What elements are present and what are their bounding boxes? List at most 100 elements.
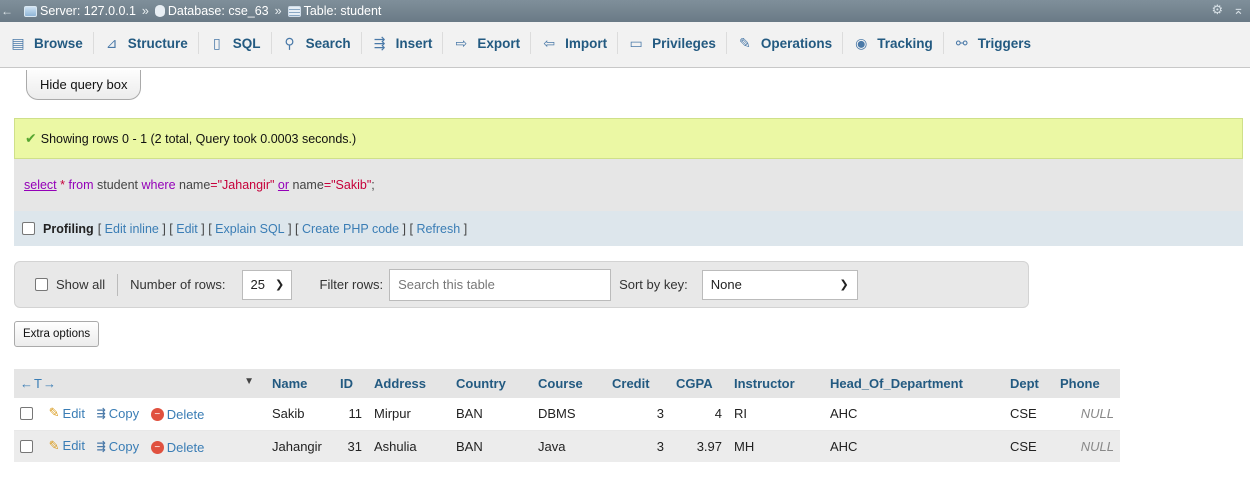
tab-tracking[interactable]: ◉ Tracking [843, 32, 944, 54]
tab-label: Triggers [977, 35, 1031, 51]
sort-select[interactable]: None ❯ [701, 269, 858, 300]
edit-label: Edit [62, 438, 85, 454]
breadcrumb-database-label[interactable]: Database: cse_63 [168, 4, 269, 18]
cell-id[interactable]: 11 [334, 398, 368, 431]
copy-row-button[interactable]: ⇶ Copy [97, 439, 140, 454]
collapse-icon[interactable]: ⌅ [1233, 2, 1244, 18]
sql-string: "Jahangir" [217, 178, 275, 192]
cell-id[interactable]: 31 [334, 430, 368, 462]
column-header[interactable]: Phone [1054, 369, 1120, 398]
cell-dept[interactable]: CSE [1004, 398, 1054, 431]
breadcrumb-table-label[interactable]: Table: student [304, 4, 382, 18]
sql-or-keyword[interactable]: or [278, 178, 289, 192]
row-checkbox[interactable] [20, 439, 33, 453]
hide-query-box-button[interactable]: Hide query box [26, 70, 142, 100]
explain-sql-link[interactable]: Explain SQL [215, 222, 284, 236]
show-all-toggle[interactable]: Show all [15, 273, 119, 296]
cell-name[interactable]: Jahangir [266, 430, 334, 462]
tab-structure[interactable]: ⊿ Structure [94, 32, 199, 54]
tab-search[interactable]: ⚲ Search [272, 32, 362, 54]
refresh-link[interactable]: Refresh [416, 222, 460, 236]
breadcrumb: Server: 127.0.0.1 » Database: cse_63 » T… [24, 4, 381, 18]
gear-icon[interactable]: ⚙ [1211, 2, 1223, 18]
tab-label: Insert [395, 35, 433, 51]
rows-select[interactable]: 25 ❯ [241, 269, 292, 300]
cell-head-of-department[interactable]: AHC [824, 398, 1004, 431]
row-actions: ✎ Edit ⇶ Copy − Delete [14, 398, 266, 431]
column-header[interactable]: Credit [606, 369, 670, 398]
sql-column: name [179, 178, 211, 192]
tab-label: Operations [760, 35, 833, 51]
cell-address[interactable]: Mirpur [368, 398, 450, 431]
tab-insert[interactable]: ⇶ Insert [362, 32, 444, 54]
delete-row-button[interactable]: − Delete [150, 407, 204, 422]
sql-icon: ▯ [212, 35, 221, 51]
success-message: ✔ Showing rows 0 - 1 (2 total, Query too… [14, 118, 1243, 159]
tab-import[interactable]: ⇦ Import [531, 32, 619, 54]
tab-sql[interactable]: ▯ SQL [199, 32, 272, 54]
sql-select-keyword[interactable]: select [24, 178, 57, 192]
filter-input[interactable]: Search this table [389, 268, 612, 301]
tab-operations[interactable]: ✎ Operations [727, 32, 844, 54]
breadcrumb-server[interactable]: Server: 127.0.0.1 [24, 4, 136, 18]
edit-label: Edit [62, 405, 85, 421]
table-row: ✎ Edit ⇶ Copy − Delete Sakib 11 Mirpur BAN … [14, 398, 1120, 431]
column-header[interactable]: Dept [1004, 369, 1054, 398]
cell-cgpa[interactable]: 4 [670, 398, 728, 431]
cell-head-of-department[interactable]: AHC [824, 430, 1004, 462]
table-header-row: ←T→ ▼ Name ID Address Country Course Cre… [14, 369, 1120, 398]
edit-row-button[interactable]: ✎ Edit [49, 405, 85, 421]
cell-course[interactable]: Java [532, 430, 606, 462]
profiling-checkbox[interactable] [22, 222, 35, 235]
sort-by-key: Sort by key: None ❯ [619, 269, 858, 300]
triggers-icon: ⚯ [955, 35, 968, 51]
table-icon [287, 5, 301, 17]
breadcrumb-bar: ← Server: 127.0.0.1 » Database: cse_63 »… [0, 0, 1250, 22]
column-header[interactable]: Head_Of_Department [824, 369, 1004, 398]
tab-export[interactable]: ⇨ Export [443, 32, 532, 54]
tab-triggers[interactable]: ⚯ Triggers [944, 32, 1041, 54]
sort-triangle-icon[interactable]: ▼ [244, 376, 254, 387]
copy-row-button[interactable]: ⇶ Copy [97, 406, 140, 421]
edit-link[interactable]: Edit [176, 222, 198, 236]
edit-row-button[interactable]: ✎ Edit [49, 438, 85, 454]
column-toggle-arrows[interactable]: ←T→ [20, 376, 57, 391]
column-header[interactable]: Instructor [728, 369, 824, 398]
cell-address[interactable]: Ashulia [368, 430, 450, 462]
breadcrumb-database[interactable]: Database: cse_63 [154, 4, 269, 18]
operations-icon: ✎ [739, 35, 751, 51]
cell-credit[interactable]: 3 [606, 398, 670, 431]
cell-cgpa[interactable]: 3.97 [670, 430, 728, 462]
column-header[interactable]: ID [334, 369, 368, 398]
delete-row-button[interactable]: − Delete [150, 440, 204, 455]
cell-country[interactable]: BAN [450, 430, 532, 462]
database-icon [154, 5, 165, 17]
tab-privileges[interactable]: ▭ Privileges [618, 32, 727, 54]
create-php-code-link[interactable]: Create PHP code [302, 222, 399, 236]
show-all-checkbox[interactable] [35, 278, 48, 291]
column-header[interactable]: Address [368, 369, 450, 398]
cell-instructor[interactable]: MH [728, 430, 824, 462]
cell-instructor[interactable]: RI [728, 398, 824, 431]
extra-options-button[interactable]: Extra options [14, 321, 100, 347]
column-header[interactable]: CGPA [670, 369, 728, 398]
edit-inline-link[interactable]: Edit inline [105, 222, 159, 236]
cell-country[interactable]: BAN [450, 398, 532, 431]
column-header[interactable]: Course [532, 369, 606, 398]
row-checkbox[interactable] [20, 407, 33, 421]
tab-browse[interactable]: ▤ Browse [0, 32, 94, 54]
back-arrow-icon[interactable]: ← [0, 4, 14, 18]
breadcrumb-table[interactable]: Table: student [287, 4, 382, 18]
cell-name[interactable]: Sakib [266, 398, 334, 431]
cell-phone[interactable]: NULL [1054, 398, 1120, 431]
column-header[interactable]: Name [266, 369, 334, 398]
rows-label: Number of rows: [130, 277, 226, 292]
cell-course[interactable]: DBMS [532, 398, 606, 431]
structure-icon: ⊿ [105, 35, 118, 51]
column-header[interactable]: Country [450, 369, 532, 398]
cell-dept[interactable]: CSE [1004, 430, 1054, 462]
cell-phone[interactable]: NULL [1054, 430, 1120, 462]
breadcrumb-server-label[interactable]: Server: 127.0.0.1 [40, 4, 136, 18]
cell-credit[interactable]: 3 [606, 430, 670, 462]
tab-label: Privileges [652, 35, 716, 51]
